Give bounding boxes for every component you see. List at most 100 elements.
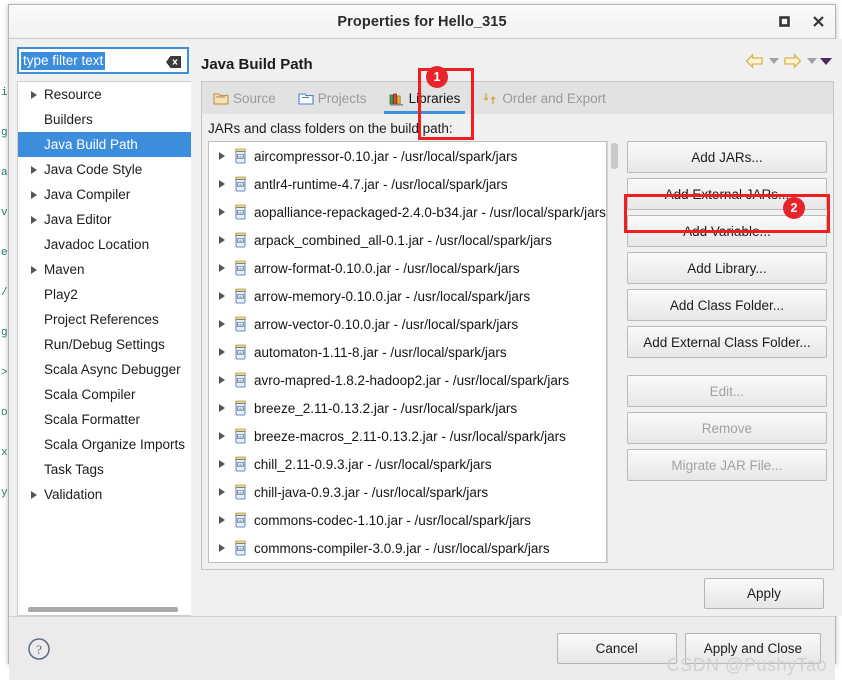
sidebar-horizontal-scrollbar[interactable] [28, 607, 178, 612]
sidebar-item-task-tags[interactable]: Task Tags [18, 457, 191, 482]
expand-twisty-icon[interactable] [30, 82, 44, 107]
sidebar-item-maven[interactable]: Maven [18, 257, 191, 282]
expand-twisty-icon[interactable] [30, 482, 44, 507]
sidebar-item-scala-compiler[interactable]: Scala Compiler [18, 382, 191, 407]
sidebar-item-scala-organize-imports[interactable]: Scala Organize Imports [18, 432, 191, 457]
button-add-library[interactable]: Add Library... [626, 252, 827, 284]
svg-text:010: 010 [238, 406, 244, 410]
jar-list-item[interactable]: 010 aircompressor-0.10.jar - /usr/local/s… [209, 142, 606, 170]
forward-arrow-icon[interactable] [782, 51, 804, 71]
sidebar-item-project-references[interactable]: Project References [18, 307, 191, 332]
tab-projects[interactable]: Projects [287, 82, 378, 114]
jar-list-vertical-scrollbar[interactable] [606, 141, 621, 563]
sidebar-item-javadoc-location[interactable]: Javadoc Location [18, 232, 191, 257]
expand-twisty-icon[interactable] [218, 310, 232, 338]
jar-list[interactable]: 010 aircompressor-0.10.jar - /usr/local/s… [208, 141, 607, 563]
sidebar-item-validation[interactable]: Validation [18, 482, 191, 507]
expand-twisty-icon[interactable] [30, 157, 44, 182]
expand-twisty-icon[interactable] [218, 338, 232, 366]
expand-twisty-icon[interactable] [218, 506, 232, 534]
jar-file-icon: 010 [232, 232, 254, 249]
expand-twisty-icon[interactable] [30, 207, 44, 232]
sidebar-item-builders[interactable]: Builders [18, 107, 191, 132]
expand-twisty-icon[interactable] [218, 422, 232, 450]
button-add-jars[interactable]: Add JARs... [626, 141, 827, 173]
jar-list-item[interactable]: 010 arpack_combined_all-0.1.jar - /usr/lo… [209, 226, 606, 254]
expand-twisty-icon[interactable] [218, 226, 232, 254]
jar-list-item[interactable]: 010 antlr4-runtime-4.7.jar - /usr/local/s… [209, 170, 606, 198]
expand-twisty-icon[interactable] [218, 254, 232, 282]
jar-list-item-label: arpack_combined_all-0.1.jar - /usr/local… [254, 232, 552, 248]
apply-and-close-button[interactable]: Apply and Close [684, 633, 821, 664]
sidebar-item-java-code-style[interactable]: Java Code Style [18, 157, 191, 182]
sidebar-item-scala-formatter[interactable]: Scala Formatter [18, 407, 191, 432]
clear-filter-icon[interactable] [166, 55, 181, 68]
svg-text:010: 010 [238, 378, 244, 382]
jar-list-item[interactable]: 010 automaton-1.11-8.jar - /usr/local/spa… [209, 338, 606, 366]
back-arrow-icon[interactable] [744, 51, 766, 71]
svg-text:010: 010 [238, 490, 244, 494]
expand-twisty-icon[interactable] [30, 182, 44, 207]
libraries-tab-panel: JARs and class folders on the build path… [201, 114, 834, 570]
sidebar-item-label: Scala Async Debugger [44, 362, 181, 377]
sidebar-item-label: Scala Compiler [44, 387, 136, 402]
sidebar-item-java-compiler[interactable]: Java Compiler [18, 182, 191, 207]
jar-list-item[interactable]: 010 commons-compiler-3.0.9.jar - /usr/loc… [209, 534, 606, 562]
sidebar-item-label: Java Editor [44, 212, 112, 227]
annotation-badge-1: 1 [426, 66, 448, 88]
jar-list-item[interactable]: 010 avro-mapred-1.8.2-hadoop2.jar - /usr/… [209, 366, 606, 394]
sidebar-item-play2[interactable]: Play2 [18, 282, 191, 307]
view-menu-chevron-down-icon[interactable] [819, 57, 832, 65]
jar-list-item[interactable]: 010 aopalliance-repackaged-2.4.0-b34.jar … [209, 198, 606, 226]
expand-twisty-icon[interactable] [30, 257, 44, 282]
settings-tree[interactable]: Resource Builders Java Build Path Java Code… [17, 81, 191, 616]
back-history-chevron-down-icon[interactable] [768, 58, 779, 64]
jar-list-item[interactable]: 010 commons-codec-1.10.jar - /usr/local/s… [209, 506, 606, 534]
sidebar-item-resource[interactable]: Resource [18, 82, 191, 107]
sidebar-item-run-debug-settings[interactable]: Run/Debug Settings [18, 332, 191, 357]
jar-file-icon: 010 [232, 456, 254, 473]
projects-folder-icon [298, 91, 314, 106]
jar-list-item[interactable]: 010 breeze-macros_2.11-0.13.2.jar - /usr/… [209, 422, 606, 450]
expand-twisty-icon[interactable] [218, 198, 232, 226]
cancel-button[interactable]: Cancel [556, 633, 677, 664]
dialog-title: Properties for Hello_315 [337, 13, 507, 30]
maximize-button[interactable] [767, 5, 801, 39]
expand-twisty-icon[interactable] [218, 394, 232, 422]
jar-list-item-label: breeze_2.11-0.13.2.jar - /usr/local/spar… [254, 400, 518, 416]
button-add-class-folder[interactable]: Add Class Folder... [626, 289, 827, 321]
tab-label: Projects [317, 90, 367, 106]
jar-list-item[interactable]: 010 chill_2.11-0.9.3.jar - /usr/local/spa… [209, 450, 606, 478]
tab-order-and-export[interactable]: Order and Export [471, 82, 617, 114]
help-question-icon[interactable]: ? [27, 637, 51, 661]
expand-twisty-icon[interactable] [218, 142, 232, 170]
jar-list-item[interactable]: 010 arrow-vector-0.10.0.jar - /usr/local/… [209, 310, 606, 338]
jar-list-item[interactable]: 010 arrow-memory-0.10.0.jar - /usr/local/… [209, 282, 606, 310]
forward-history-chevron-down-icon[interactable] [806, 58, 817, 64]
expand-twisty-icon[interactable] [218, 366, 232, 394]
expand-twisty-icon[interactable] [218, 170, 232, 198]
button-add-variable[interactable]: Add Variable... [626, 215, 827, 247]
svg-text:010: 010 [238, 154, 244, 158]
svg-text:010: 010 [238, 210, 244, 214]
filter-input[interactable]: type filter text [21, 51, 106, 70]
close-button[interactable] [801, 5, 835, 39]
dialog-titlebar: Properties for Hello_315 [9, 5, 835, 39]
expand-twisty-icon[interactable] [218, 534, 232, 562]
apply-button[interactable]: Apply [703, 577, 824, 609]
tab-source[interactable]: Source [202, 82, 287, 114]
expand-twisty-icon[interactable] [218, 478, 232, 506]
filter-input-wrapper[interactable]: type filter text [17, 47, 189, 74]
sidebar-item-java-editor[interactable]: Java Editor [18, 207, 191, 232]
jar-file-icon: 010 [232, 148, 254, 165]
expand-twisty-icon[interactable] [218, 450, 232, 478]
sidebar-item-scala-async-debugger[interactable]: Scala Async Debugger [18, 357, 191, 382]
jar-list-item[interactable]: 010 breeze_2.11-0.13.2.jar - /usr/local/s… [209, 394, 606, 422]
button-add-external-class-folder[interactable]: Add External Class Folder... [626, 326, 827, 358]
sidebar-item-java-build-path[interactable]: Java Build Path [18, 132, 191, 157]
expand-twisty-icon[interactable] [218, 282, 232, 310]
jar-list-item[interactable]: 010 chill-java-0.9.3.jar - /usr/local/spa… [209, 478, 606, 506]
jar-list-item[interactable]: 010 arrow-format-0.10.0.jar - /usr/local/… [209, 254, 606, 282]
jar-list-scroll-thumb[interactable] [610, 143, 618, 169]
tab-libraries[interactable]: Libraries [378, 82, 472, 114]
